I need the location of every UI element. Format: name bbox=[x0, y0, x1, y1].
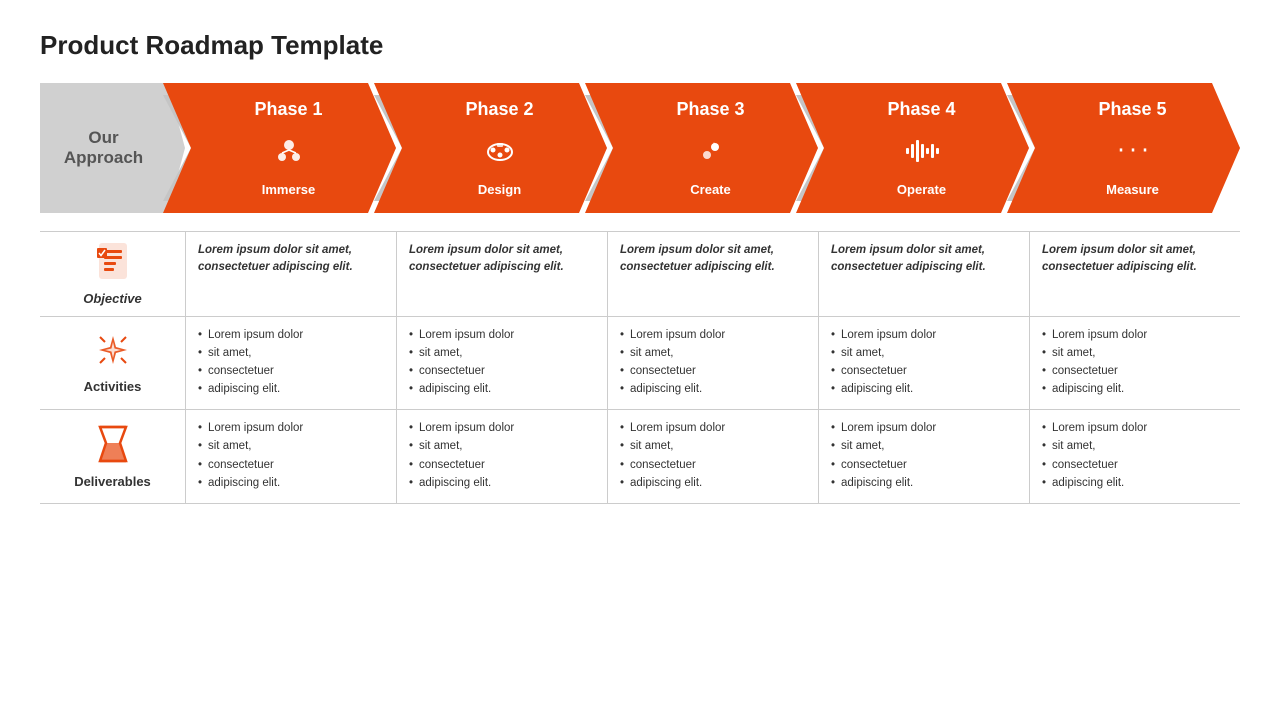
hourglass-icon bbox=[98, 425, 128, 470]
obj-cell-2: Lorem ipsum dolor sit amet, consectetuer… bbox=[396, 232, 607, 316]
phase4-icon bbox=[904, 137, 940, 169]
phase1-arrow: Phase 1 Immerse bbox=[163, 83, 396, 213]
roadmap-table: Objective Lorem ipsum dolor sit amet, co… bbox=[40, 231, 1240, 504]
deliverables-label: Deliverables bbox=[40, 410, 185, 502]
svg-text:<·····>: <·····> bbox=[1115, 140, 1151, 162]
obj-cell-1: Lorem ipsum dolor sit amet, consectetuer… bbox=[185, 232, 396, 316]
phase2-icon bbox=[484, 135, 516, 171]
act-cell-1: Lorem ipsum dolor sit amet, consectetuer… bbox=[185, 317, 396, 409]
del-cell-2: Lorem ipsum dolor sit amet, consectetuer… bbox=[396, 410, 607, 502]
obj-cell-3: Lorem ipsum dolor sit amet, consectetuer… bbox=[607, 232, 818, 316]
del-cell-4: Lorem ipsum dolor sit amet, consectetuer… bbox=[818, 410, 1029, 502]
act-cell-4: Lorem ipsum dolor sit amet, consectetuer… bbox=[818, 317, 1029, 409]
activities-row: Activities Lorem ipsum dolor sit amet, c… bbox=[40, 316, 1240, 409]
phase3-arrow: Phase 3 Create bbox=[585, 83, 818, 213]
obj-cell-4: Lorem ipsum dolor sit amet, consectetuer… bbox=[818, 232, 1029, 316]
phase4-arrow: Phase 4 Operate bbox=[796, 83, 1029, 213]
activities-text: Activities bbox=[84, 379, 142, 394]
phase5-name: Measure bbox=[1106, 182, 1159, 197]
phase3-label: Phase 3 bbox=[676, 99, 744, 120]
activities-label: Activities bbox=[40, 317, 185, 409]
phase1-icon bbox=[273, 135, 305, 171]
checklist-icon bbox=[96, 242, 130, 287]
del-cell-3: Lorem ipsum dolor sit amet, consectetuer… bbox=[607, 410, 818, 502]
phase5-label: Phase 5 bbox=[1098, 99, 1166, 120]
roadmap-arrows: OurApproach Phase 1 Immerse Phase 2 bbox=[40, 83, 1240, 213]
phase2-arrow: Phase 2 Design bbox=[374, 83, 607, 213]
objective-text: Objective bbox=[83, 291, 142, 306]
del-cell-1: Lorem ipsum dolor sit amet, consectetuer… bbox=[185, 410, 396, 502]
phase5-arrow: Phase 5 <·····> Measure bbox=[1007, 83, 1240, 213]
phase2-name: Design bbox=[478, 182, 521, 197]
phase1-label: Phase 1 bbox=[254, 99, 322, 120]
approach-label: OurApproach bbox=[64, 128, 143, 168]
deliverables-text: Deliverables bbox=[74, 474, 151, 489]
deliverables-row: Deliverables Lorem ipsum dolor sit amet,… bbox=[40, 409, 1240, 503]
act-cell-2: Lorem ipsum dolor sit amet, consectetuer… bbox=[396, 317, 607, 409]
sparkle-icon bbox=[95, 332, 131, 375]
del-cell-5: Lorem ipsum dolor sit amet, consectetuer… bbox=[1029, 410, 1240, 502]
phase4-label: Phase 4 bbox=[887, 99, 955, 120]
phase5-icon: <·····> bbox=[1115, 140, 1151, 166]
phase3-icon bbox=[695, 135, 727, 171]
act-cell-3: Lorem ipsum dolor sit amet, consectetuer… bbox=[607, 317, 818, 409]
phase4-name: Operate bbox=[897, 182, 946, 197]
phase2-label: Phase 2 bbox=[465, 99, 533, 120]
phase3-name: Create bbox=[690, 182, 730, 197]
page-title: Product Roadmap Template bbox=[40, 30, 1240, 61]
obj-cell-5: Lorem ipsum dolor sit amet, consectetuer… bbox=[1029, 232, 1240, 316]
objective-row: Objective Lorem ipsum dolor sit amet, co… bbox=[40, 231, 1240, 316]
act-cell-5: Lorem ipsum dolor sit amet, consectetuer… bbox=[1029, 317, 1240, 409]
phase1-name: Immerse bbox=[262, 182, 315, 197]
objective-label: Objective bbox=[40, 232, 185, 316]
